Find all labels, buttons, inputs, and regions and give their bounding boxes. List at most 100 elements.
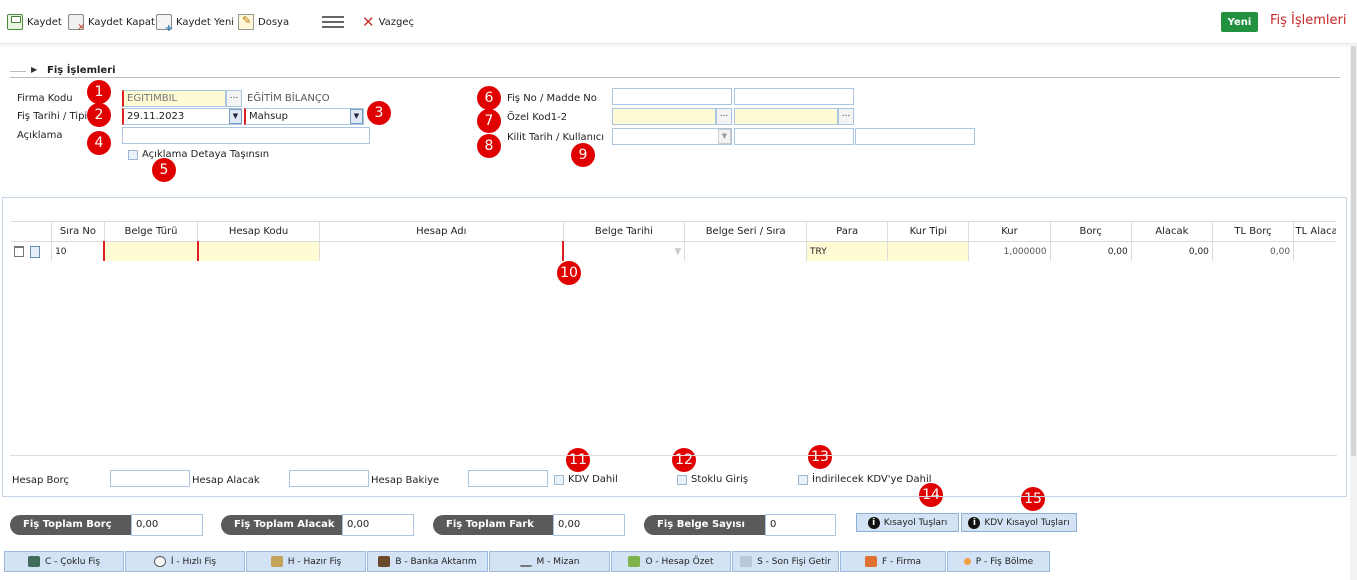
cell-belge-seri[interactable] — [684, 241, 808, 261]
cell-hesap-kodu[interactable] — [196, 241, 320, 261]
callout-badge-3: 3 — [367, 101, 391, 125]
col-borc[interactable]: Borç — [1050, 221, 1132, 242]
col-para[interactable]: Para — [806, 221, 889, 242]
indirilecek-kdv-checkbox[interactable] — [798, 475, 808, 485]
scrollbar-thumb[interactable] — [1351, 46, 1356, 456]
aciklama-detay-checkbox[interactable] — [128, 150, 138, 160]
cell-borc[interactable]: 0,00 — [1050, 241, 1132, 261]
firma-adi: EĞİTİM BİLANÇO — [247, 93, 330, 104]
tab-coklu-fis[interactable]: C - Çoklu Fiş — [4, 551, 124, 572]
madde-no-input[interactable] — [734, 88, 854, 105]
col-alacak[interactable]: Alacak — [1131, 221, 1213, 242]
tab-hizli-fis[interactable]: İ - Hızlı Fiş — [125, 551, 245, 572]
col-belge-tarihi[interactable]: Belge Tarihi — [563, 221, 686, 242]
indirilecek-kdv-label: İndirilecek KDV'ye Dahil — [812, 474, 932, 485]
belge-sayisi-value: 0 — [765, 514, 836, 536]
cell-para[interactable]: TRY — [806, 241, 889, 261]
save-new-label: Kaydet Yeni — [176, 16, 235, 28]
cell-tl-alacak[interactable]: 0 — [1293, 241, 1336, 261]
firma-kodu-input[interactable] — [122, 90, 226, 107]
fis-tarihi-label: Fiş Tarihi / Tipi — [17, 111, 88, 122]
cell-hesap-adi[interactable] — [319, 241, 564, 261]
firma-kodu-label: Firma Kodu — [17, 93, 73, 104]
date-dropdown-icon[interactable]: ▼ — [229, 109, 242, 124]
trash-icon[interactable] — [14, 246, 24, 257]
cell-kur[interactable]: 1,000000 — [968, 241, 1051, 261]
kdv-kisayol-button[interactable]: i KDV Kısayol Tuşları — [961, 513, 1077, 532]
fis-tipi-select[interactable] — [244, 108, 364, 125]
ozel-kod1-lookup-button[interactable]: ... — [716, 108, 732, 125]
cell-kur-tipi[interactable] — [887, 241, 970, 261]
col-hesap-adi[interactable]: Hesap Adı — [319, 221, 564, 242]
save-close-label: Kaydet Kapat — [88, 16, 155, 28]
tab-label: O - Hesap Özet — [645, 556, 714, 567]
ozel-kod2-lookup-button[interactable]: ... — [838, 108, 854, 125]
file-icon — [238, 14, 254, 30]
ozel-kod1-input[interactable] — [612, 108, 716, 125]
tab-hazir-fis[interactable]: H - Hazır Fiş — [246, 551, 366, 572]
hesap-borc-input[interactable] — [110, 470, 190, 487]
fis-tarihi-input[interactable] — [122, 108, 242, 125]
col-sira-no[interactable]: Sıra No — [51, 221, 105, 242]
col-tl-alacak[interactable]: TL Alacak — [1293, 221, 1336, 242]
tab-firma[interactable]: F - Firma — [840, 551, 946, 572]
cell-tl-borc[interactable]: 0,00 — [1212, 241, 1295, 261]
info-icon: i — [867, 516, 880, 529]
kdv-dahil-checkbox[interactable] — [554, 475, 564, 485]
menu-icon[interactable] — [322, 16, 344, 28]
tab-fis-bolme[interactable]: P - Fiş Bölme — [947, 551, 1050, 572]
cell-belge-turu[interactable] — [103, 241, 199, 261]
save-new-button[interactable]: Kaydet Yeni — [156, 13, 235, 34]
save-button[interactable]: Kaydet — [7, 13, 62, 31]
kdv-kisayol-label: KDV Kısayol Tuşları — [984, 517, 1070, 528]
collapse-arrow-icon[interactable]: ▶ — [31, 65, 37, 74]
summary-icon — [628, 556, 641, 567]
table-row[interactable]: 10 ▼ TRY 1,000000 0,00 0,00 0,00 0 — [11, 241, 1336, 261]
tab-son-fisi-getir[interactable]: S - Son Fişi Getir — [732, 551, 839, 572]
tab-banka-aktarim[interactable]: B - Banka Aktarım — [367, 551, 488, 572]
tab-mizan[interactable]: M - Mizan — [489, 551, 610, 572]
aciklama-input[interactable] — [122, 127, 370, 144]
save-close-icon — [68, 14, 85, 33]
document-icon[interactable] — [30, 245, 40, 258]
firma-lookup-button[interactable]: ... — [226, 90, 242, 107]
col-belge-turu[interactable]: Belge Türü — [104, 221, 199, 242]
save-close-button[interactable]: Kaydet Kapat — [68, 13, 155, 33]
cell-alacak[interactable]: 0,00 — [1131, 241, 1213, 261]
file-button[interactable]: Dosya — [238, 13, 289, 31]
col-kur[interactable]: Kur — [968, 221, 1051, 242]
cancel-button[interactable]: ✕ Vazgeç — [362, 13, 414, 31]
belge-tarihi-dropdown-icon[interactable]: ▼ — [674, 247, 681, 257]
col-kur-tipi[interactable]: Kur Tipi — [887, 221, 970, 242]
cell-sira-no[interactable]: 10 — [51, 241, 105, 261]
aciklama-label: Açıklama — [17, 130, 63, 141]
vertical-scrollbar[interactable] — [1350, 44, 1357, 580]
voucher-grid: Sıra No Belge Türü Hesap Kodu Hesap Adı … — [11, 221, 1336, 261]
type-dropdown-icon[interactable]: ▼ — [350, 109, 363, 124]
col-tl-borc[interactable]: TL Borç — [1212, 221, 1295, 242]
toplam-fark-label: Fiş Toplam Fark — [433, 515, 554, 535]
kilit-kullanici-input[interactable] — [734, 128, 854, 145]
section-header[interactable]: ▶ Fiş İşlemleri — [10, 64, 1340, 78]
cell-belge-tarihi[interactable]: ▼ — [562, 241, 686, 261]
callout-badge-1: 1 — [87, 80, 111, 104]
hesap-alacak-input[interactable] — [289, 470, 369, 487]
hesap-bakiye-input[interactable] — [468, 470, 548, 487]
stoklu-giris-checkbox[interactable] — [677, 475, 687, 485]
tab-hesap-ozet[interactable]: O - Hesap Özet — [611, 551, 731, 572]
tab-label: C - Çoklu Fiş — [44, 556, 101, 567]
col-belge-seri[interactable]: Belge Seri / Sıra — [684, 221, 808, 242]
kisayol-button[interactable]: i Kısayol Tuşları — [856, 513, 959, 532]
split-icon — [963, 558, 971, 565]
col-hesap-kodu[interactable]: Hesap Kodu — [197, 221, 320, 242]
ozel-kod2-input[interactable] — [734, 108, 838, 125]
stoklu-giris-label: Stoklu Giriş — [691, 474, 749, 485]
tab-label: B - Banka Aktarım — [395, 556, 477, 567]
new-button[interactable]: Yeni — [1221, 12, 1258, 32]
kilit-dropdown-icon[interactable]: ▼ — [718, 129, 731, 144]
kilit-tarih-select[interactable] — [612, 128, 732, 145]
col-actions — [11, 221, 53, 242]
kilit-extra-input[interactable] — [855, 128, 975, 145]
fis-no-input[interactable] — [612, 88, 732, 105]
tab-label: H - Hazır Fiş — [287, 556, 342, 567]
